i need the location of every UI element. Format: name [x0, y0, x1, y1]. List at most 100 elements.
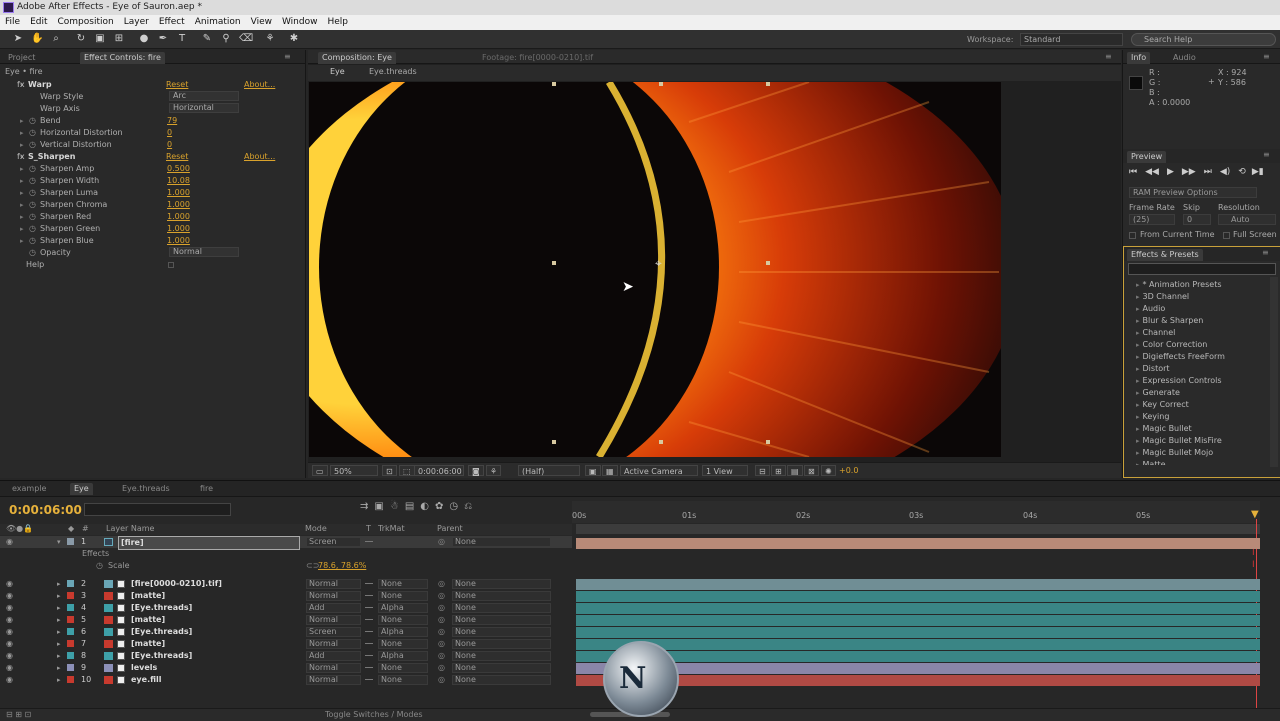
preserve-transparency-toggle[interactable]: [365, 667, 373, 668]
view-layout-dropdown[interactable]: 1 View: [702, 465, 748, 476]
tab-preview[interactable]: Preview: [1127, 151, 1167, 163]
sharpen-red-value[interactable]: 1.000: [167, 211, 190, 223]
panel-menu-icon[interactable]: ≡: [1262, 248, 1269, 257]
parent-dropdown[interactable]: None: [452, 627, 551, 637]
keyframe-icon[interactable]: I: [1252, 560, 1255, 570]
layer-row[interactable]: ◉ ▸ 3 [matte] Normal None ◎ None: [0, 590, 572, 602]
breadcrumb-eye-threads[interactable]: Eye.threads: [369, 67, 417, 76]
expand-triangle-icon[interactable]: ▸: [57, 662, 61, 674]
show-channel-icon[interactable]: ⚘: [486, 465, 502, 476]
parent-dropdown[interactable]: None: [452, 663, 551, 673]
pickwhip-icon[interactable]: ◎: [438, 650, 445, 662]
scale-value[interactable]: 78.6, 78.6%: [318, 561, 366, 570]
preserve-transparency-toggle[interactable]: [365, 631, 373, 632]
eraser-tool-icon[interactable]: ⌫: [239, 33, 253, 45]
render-icon[interactable]: ⊞: [771, 465, 786, 476]
layer-duration-bar[interactable]: [576, 615, 1260, 626]
tab-effects-presets[interactable]: Effects & Presets: [1127, 249, 1203, 261]
warp-axis-dropdown[interactable]: Horizontal: [169, 103, 239, 113]
layer-name[interactable]: [Eye.threads]: [131, 626, 192, 638]
tab-info[interactable]: Info: [1127, 52, 1151, 64]
label-color[interactable]: [67, 604, 74, 611]
last-frame-icon[interactable]: ⏭: [1204, 167, 1212, 177]
transform-handle[interactable]: [659, 440, 663, 444]
motion-blur-icon[interactable]: ◐: [420, 501, 435, 512]
resolution-dropdown[interactable]: (Half): [518, 465, 580, 476]
panel-menu-icon[interactable]: ≡: [1263, 52, 1270, 61]
menu-help[interactable]: Help: [322, 15, 353, 30]
trkmat-dropdown[interactable]: Alpha: [378, 627, 428, 637]
menu-edit[interactable]: Edit: [25, 15, 52, 30]
hide-shy-layers-icon[interactable]: ☃: [390, 501, 405, 512]
breadcrumb-eye[interactable]: Eye: [330, 67, 345, 76]
visibility-eye-icon[interactable]: ◉: [6, 536, 13, 548]
layer-row[interactable]: ◉ ▸ 8 [Eye.threads] Add Alpha ◎ None: [0, 650, 572, 662]
effect-s-sharpen[interactable]: ▾ fx S_Sharpen Reset About...: [0, 151, 300, 163]
preset-blur-sharpen[interactable]: Blur & Sharpen: [1136, 315, 1204, 327]
trkmat-dropdown[interactable]: None: [378, 615, 428, 625]
preset-audio[interactable]: Audio: [1136, 303, 1166, 315]
menu-composition[interactable]: Composition: [53, 15, 119, 30]
pickwhip-icon[interactable]: ◎: [438, 602, 445, 614]
layer-row[interactable]: ◉ ▾ 1 [fire] Screen ◎ None: [0, 536, 572, 550]
rotate-tool-icon[interactable]: ↻: [75, 33, 87, 45]
snapshot-icon[interactable]: ◙: [468, 465, 484, 476]
tab-project[interactable]: Project: [4, 52, 39, 64]
vertical-distortion-value[interactable]: 0: [167, 139, 172, 151]
ellipse-tool-icon[interactable]: ●: [138, 33, 150, 45]
tab-composition[interactable]: Composition: Eye: [318, 52, 396, 64]
panel-menu-icon[interactable]: ≡: [284, 52, 291, 61]
from-current-time-checkbox[interactable]: [1129, 232, 1136, 239]
trkmat-dropdown[interactable]: None: [378, 639, 428, 649]
tab-example[interactable]: example: [8, 483, 50, 495]
layer-duration-bar[interactable]: [576, 639, 1260, 650]
brainstorm-icon[interactable]: ✿: [435, 501, 449, 512]
label-color[interactable]: [67, 676, 74, 683]
layer-name[interactable]: [Eye.threads]: [131, 650, 192, 662]
label-color[interactable]: [67, 580, 74, 587]
workspace-dropdown[interactable]: Standard: [1020, 33, 1123, 46]
expand-triangle-icon[interactable]: ▾: [57, 536, 61, 548]
presets-scrollbar[interactable]: [1270, 277, 1278, 467]
layer-name[interactable]: [matte]: [131, 614, 165, 626]
current-time-display[interactable]: 0:00:06:00: [414, 465, 464, 476]
resolution-dropdown[interactable]: Auto: [1218, 214, 1276, 225]
transform-handle[interactable]: [552, 82, 556, 86]
visibility-eye-icon[interactable]: ◉: [6, 638, 13, 650]
preset-distort[interactable]: Distort: [1136, 363, 1170, 375]
zoom-tool-icon[interactable]: ⌕: [50, 33, 62, 45]
effects-search-input[interactable]: [1128, 263, 1276, 275]
parent-dropdown[interactable]: None: [452, 603, 551, 613]
bend-value[interactable]: 79: [167, 115, 177, 127]
layer-duration-bar[interactable]: [576, 663, 1260, 674]
camera-tool-icon[interactable]: ▣: [94, 33, 106, 45]
expand-triangle-icon[interactable]: ▸: [57, 638, 61, 650]
anchor-point-icon[interactable]: ⌖: [655, 256, 662, 271]
full-screen-checkbox[interactable]: [1223, 232, 1230, 239]
mode-dropdown[interactable]: Normal: [306, 579, 361, 589]
preserve-transparency-toggle[interactable]: [365, 679, 373, 680]
hand-tool-icon[interactable]: ✋: [31, 33, 43, 45]
pickwhip-icon[interactable]: ◎: [438, 578, 445, 590]
menu-layer[interactable]: Layer: [119, 15, 154, 30]
fx-icon[interactable]: fx: [17, 151, 25, 163]
parent-dropdown[interactable]: None: [452, 579, 551, 589]
transform-handle[interactable]: [766, 440, 770, 444]
play-icon[interactable]: ▶: [1167, 167, 1174, 177]
parent-dropdown[interactable]: None: [452, 675, 551, 685]
parent-dropdown[interactable]: None: [452, 615, 551, 625]
label-color[interactable]: [67, 652, 74, 659]
tab-footage[interactable]: Footage: fire[0000-0210].tif: [478, 52, 597, 64]
mode-dropdown[interactable]: Normal: [306, 675, 361, 685]
label-color[interactable]: [67, 664, 74, 671]
mode-dropdown[interactable]: Add: [306, 651, 361, 661]
visibility-eye-icon[interactable]: ◉: [6, 650, 13, 662]
layer-row[interactable]: ◉ ▸ 6 [Eye.threads] Screen Alpha ◎ None: [0, 626, 572, 638]
panel-menu-icon[interactable]: ≡: [1263, 150, 1270, 159]
camera-dropdown[interactable]: Active Camera: [620, 465, 698, 476]
mode-dropdown[interactable]: Normal: [306, 591, 361, 601]
stopwatch-icon[interactable]: ◷: [96, 561, 103, 570]
mode-dropdown[interactable]: Normal: [306, 663, 361, 673]
pen-tool-icon[interactable]: ✒: [157, 33, 169, 45]
mode-dropdown[interactable]: Screen: [306, 537, 361, 547]
